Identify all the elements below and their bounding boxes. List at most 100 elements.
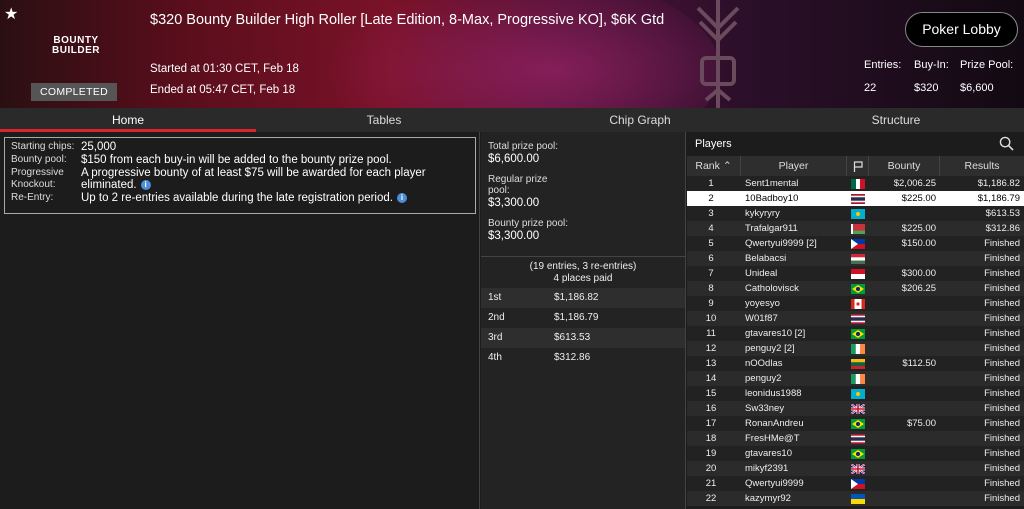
status-badge: COMPLETED bbox=[31, 83, 117, 101]
player-bounty bbox=[869, 431, 940, 446]
player-rank: 16 bbox=[705, 403, 717, 414]
player-row[interactable]: 7 Unideal $300.00 Finished bbox=[687, 266, 1024, 281]
tab-home[interactable]: Home bbox=[0, 108, 256, 132]
player-row[interactable]: 21 Qwertyui9999 Finished bbox=[687, 476, 1024, 491]
player-row[interactable]: 10 W01f87 Finished bbox=[687, 311, 1024, 326]
country-flag-icon bbox=[847, 446, 869, 461]
results-column-header[interactable]: Results bbox=[940, 156, 1024, 176]
rank-column-header[interactable]: Rank ⌃ bbox=[687, 156, 741, 176]
player-result: $613.53 bbox=[985, 208, 1020, 219]
player-bounty: $112.50 bbox=[902, 358, 936, 369]
country-flag-icon bbox=[847, 461, 869, 476]
player-name: gtavares10 bbox=[745, 448, 793, 459]
country-flag-icon bbox=[847, 371, 869, 386]
tab-structure[interactable]: Structure bbox=[768, 108, 1024, 132]
country-flag-icon bbox=[847, 266, 869, 281]
player-rank: 11 bbox=[706, 328, 716, 339]
player-row[interactable]: 9 yoyesyo Finished bbox=[687, 296, 1024, 311]
entries-stat: Entries: 22 bbox=[864, 59, 902, 94]
player-bounty: $206.25 bbox=[901, 283, 936, 294]
player-row[interactable]: 11 gtavares10 [2] Finished bbox=[687, 326, 1024, 341]
player-rank: 7 bbox=[708, 268, 714, 279]
total-prize-label: Total prize pool: bbox=[488, 141, 559, 152]
buyin-stat: Buy-In: $320 bbox=[914, 59, 949, 94]
flag-icon bbox=[853, 161, 863, 172]
payout-row: 1st $1,186.82 bbox=[481, 288, 685, 308]
player-result: Finished bbox=[984, 358, 1020, 369]
tab-tables[interactable]: Tables bbox=[256, 108, 512, 132]
player-row[interactable]: 2 10Badboy10 $225.00 $1,186.79 bbox=[687, 191, 1024, 206]
player-bounty bbox=[869, 206, 940, 221]
country-flag-icon bbox=[847, 341, 869, 356]
player-result: Finished bbox=[984, 328, 1020, 339]
tournament-info-box: Starting chips: 25,000 Bounty pool: $150… bbox=[4, 137, 476, 214]
country-flag-icon bbox=[847, 431, 869, 446]
player-rank: 21 bbox=[705, 478, 717, 489]
player-rank: 18 bbox=[705, 433, 717, 444]
player-result: Finished bbox=[984, 463, 1020, 474]
player-rank: 4 bbox=[708, 223, 714, 234]
players-list: 1 Sent1mental $2,006.25 $1,186.82 2 10Badboy1… bbox=[687, 176, 1024, 506]
player-row[interactable]: 17 RonanAndreu $75.00 Finished bbox=[687, 416, 1024, 431]
prizepool-stat: Prize Pool: $6,600 bbox=[960, 59, 1014, 94]
bounty-column-header[interactable]: Bounty bbox=[869, 156, 940, 176]
player-result: Finished bbox=[984, 343, 1020, 354]
bounty-pool-row: Bounty pool: $150 from each buy-in will … bbox=[11, 154, 392, 166]
reentry-info-icon[interactable]: i bbox=[396, 192, 407, 203]
player-row[interactable]: 3 kykyryry $613.53 bbox=[687, 206, 1024, 221]
player-row[interactable]: 12 penguy2 [2] Finished bbox=[687, 341, 1024, 356]
player-row[interactable]: 20 mikyf2391 Finished bbox=[687, 461, 1024, 476]
player-name: nOOdlas bbox=[745, 358, 783, 369]
players-column-header: Rank ⌃ Player Bounty Results bbox=[687, 156, 1024, 176]
player-row[interactable]: 18 FresHMe@T Finished bbox=[687, 431, 1024, 446]
player-row[interactable]: 22 kazymyr92 Finished bbox=[687, 491, 1024, 506]
payout-row: 2nd $1,186.79 bbox=[481, 308, 685, 328]
player-name: W01f87 bbox=[745, 313, 778, 324]
tournament-title: $320 Bounty Builder High Roller [Late Ed… bbox=[150, 12, 665, 28]
player-bounty bbox=[869, 326, 940, 341]
player-rank: 9 bbox=[708, 298, 714, 309]
bounty-builder-logo: BOUNTY BUILDER bbox=[52, 35, 100, 56]
player-row[interactable]: 1 Sent1mental $2,006.25 $1,186.82 bbox=[687, 176, 1024, 191]
player-row[interactable]: 4 Trafalgar911 $225.00 $312.86 bbox=[687, 221, 1024, 236]
player-result: Finished bbox=[984, 313, 1020, 324]
header-emblem-art bbox=[696, 0, 740, 108]
started-time: Started at 01:30 CET, Feb 18 bbox=[150, 63, 299, 75]
tab-chip-graph[interactable]: Chip Graph bbox=[512, 108, 768, 132]
player-row[interactable]: 13 nOOdlas $112.50 Finished bbox=[687, 356, 1024, 371]
player-row[interactable]: 8 Catholovisck $206.25 Finished bbox=[687, 281, 1024, 296]
player-row[interactable]: 19 gtavares10 Finished bbox=[687, 446, 1024, 461]
player-rank: 1 bbox=[708, 178, 714, 189]
player-row[interactable]: 14 penguy2 Finished bbox=[687, 371, 1024, 386]
country-flag-icon bbox=[847, 356, 869, 371]
player-bounty bbox=[869, 461, 940, 476]
poker-lobby-button[interactable]: Poker Lobby bbox=[905, 12, 1018, 47]
favorite-star-icon[interactable]: ★ bbox=[4, 4, 18, 24]
player-row[interactable]: 5 Qwertyui9999 [2] $150.00 Finished bbox=[687, 236, 1024, 251]
player-result: Finished bbox=[984, 478, 1020, 489]
player-row[interactable]: 16 Sw33ney Finished bbox=[687, 401, 1024, 416]
player-result: Finished bbox=[984, 298, 1020, 309]
player-name: mikyf2391 bbox=[745, 463, 789, 474]
player-row[interactable]: 15 leonidus1988 Finished bbox=[687, 386, 1024, 401]
player-bounty bbox=[869, 491, 940, 506]
pko-info-icon[interactable]: i bbox=[140, 179, 151, 190]
player-rank: 6 bbox=[708, 253, 714, 264]
search-icon[interactable] bbox=[999, 136, 1014, 151]
country-column-header[interactable] bbox=[847, 156, 869, 176]
country-flag-icon bbox=[847, 206, 869, 221]
bounty-prize-label: Bounty prize pool: bbox=[488, 218, 569, 229]
player-rank: 19 bbox=[705, 448, 717, 459]
player-result: $1,186.79 bbox=[977, 193, 1020, 204]
country-flag-icon bbox=[847, 236, 869, 251]
player-name: Qwertyui9999 bbox=[745, 478, 804, 489]
player-bounty bbox=[869, 401, 940, 416]
player-bounty bbox=[869, 341, 940, 356]
tab-bar: Home Tables Chip Graph Structure bbox=[0, 108, 1024, 132]
player-rank: 14 bbox=[705, 373, 717, 384]
player-row[interactable]: 6 Belabacsi Finished bbox=[687, 251, 1024, 266]
player-name: Catholovisck bbox=[745, 283, 799, 294]
places-paid-header: (19 entries, 3 re-entries) 4 places paid bbox=[481, 256, 685, 285]
player-column-header[interactable]: Player bbox=[741, 156, 847, 176]
payout-row: 4th $312.86 bbox=[481, 348, 685, 368]
